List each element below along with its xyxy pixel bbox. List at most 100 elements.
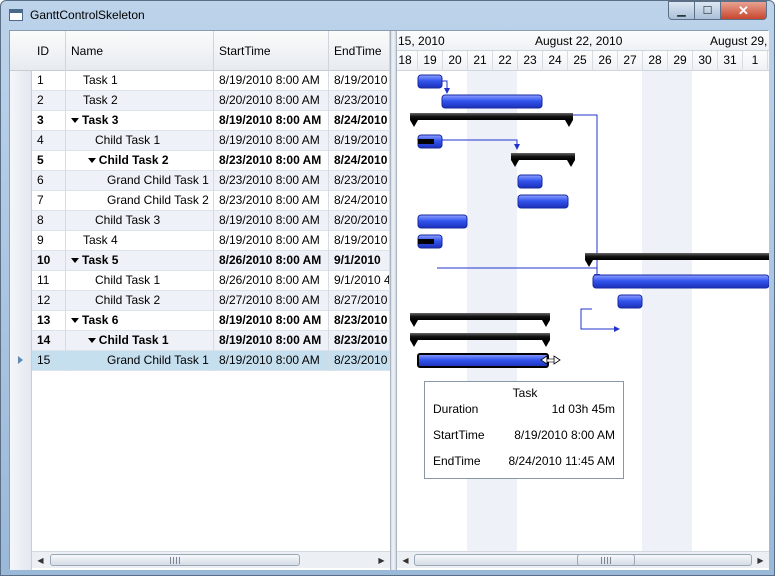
cell-endtime[interactable]: 8/23/2010: [329, 331, 390, 351]
cell-endtime[interactable]: 8/23/2010: [329, 311, 390, 331]
cell-name[interactable]: Child Task 1: [66, 271, 214, 291]
timeline-day-label: 29: [668, 51, 693, 71]
cell-starttime[interactable]: 8/26/2010 8:00 AM: [214, 251, 329, 271]
cell-starttime[interactable]: 8/19/2010 8:00 AM: [214, 311, 329, 331]
table-row[interactable]: 15 Grand Child Task 1 8/19/2010 8:00 AM 8/2…: [32, 351, 390, 371]
cell-endtime[interactable]: 8/24/2010: [329, 111, 390, 131]
cell-id[interactable]: 9: [32, 231, 66, 251]
cell-name[interactable]: Grand Child Task 2: [66, 191, 214, 211]
cell-starttime[interactable]: 8/23/2010 8:00 AM: [214, 151, 329, 171]
cell-starttime[interactable]: 8/19/2010 8:00 AM: [214, 231, 329, 251]
cell-id[interactable]: 3: [32, 111, 66, 131]
cell-id[interactable]: 12: [32, 291, 66, 311]
column-header-starttime[interactable]: StartTime: [214, 31, 329, 71]
cell-endtime[interactable]: 8/23/2010: [329, 351, 390, 371]
expand-toggle-icon[interactable]: [71, 258, 79, 264]
cell-name[interactable]: Task 6: [66, 311, 214, 331]
table-row[interactable]: 9 Task 4 8/19/2010 8:00 AM 8/19/2010: [32, 231, 390, 251]
cell-endtime[interactable]: 8/20/2010: [329, 211, 390, 231]
cell-id[interactable]: 7: [32, 191, 66, 211]
cell-endtime[interactable]: 8/19/2010: [329, 231, 390, 251]
scroll-left-icon[interactable]: ◀: [397, 552, 414, 568]
cell-endtime[interactable]: 8/23/2010: [329, 171, 390, 191]
table-row[interactable]: 3 Task 3 8/19/2010 8:00 AM 8/24/2010: [32, 111, 390, 131]
cell-id[interactable]: 13: [32, 311, 66, 331]
cell-id[interactable]: 15: [32, 351, 66, 371]
cell-starttime[interactable]: 8/26/2010 8:00 AM: [214, 271, 329, 291]
cell-endtime[interactable]: 8/23/2010: [329, 91, 390, 111]
cell-endtime[interactable]: 8/24/2010: [329, 151, 390, 171]
cell-starttime[interactable]: 8/19/2010 8:00 AM: [214, 351, 329, 371]
cell-endtime[interactable]: 8/24/2010: [329, 191, 390, 211]
expand-toggle-icon[interactable]: [71, 118, 79, 124]
cell-endtime[interactable]: 8/27/2010: [329, 291, 390, 311]
cell-starttime[interactable]: 8/19/2010 8:00 AM: [214, 71, 329, 91]
column-header-id[interactable]: ID: [32, 31, 66, 71]
cell-name[interactable]: Task 4: [66, 231, 214, 251]
pane-splitter[interactable]: [390, 31, 397, 570]
cell-id[interactable]: 8: [32, 211, 66, 231]
scroll-right-icon[interactable]: ▶: [752, 552, 769, 568]
scroll-right-icon[interactable]: ▶: [373, 552, 390, 568]
expand-toggle-icon[interactable]: [87, 338, 96, 344]
table-row[interactable]: 12 Child Task 2 8/27/2010 8:00 AM 8/27/2010: [32, 291, 390, 311]
scroll-left-icon[interactable]: ◀: [32, 552, 49, 568]
cell-id[interactable]: 4: [32, 131, 66, 151]
cell-name[interactable]: Task 1: [66, 71, 214, 91]
table-row[interactable]: 1 Task 1 8/19/2010 8:00 AM 8/19/2010: [32, 71, 390, 91]
cell-starttime[interactable]: 8/19/2010 8:00 AM: [214, 111, 329, 131]
minimize-button[interactable]: ▁: [668, 1, 695, 20]
cell-id[interactable]: 1: [32, 71, 66, 91]
cell-name[interactable]: Child Task 2: [66, 291, 214, 311]
cell-starttime[interactable]: 8/19/2010 8:00 AM: [214, 131, 329, 151]
cell-starttime[interactable]: 8/23/2010 8:00 AM: [214, 191, 329, 211]
table-row[interactable]: 8 Child Task 3 8/19/2010 8:00 AM 8/20/2010: [32, 211, 390, 231]
gantt-horizontal-scrollbar[interactable]: ◀ ▶: [397, 551, 769, 568]
cell-name[interactable]: Child Task 3: [66, 211, 214, 231]
cell-starttime[interactable]: 8/27/2010 8:00 AM: [214, 291, 329, 311]
cell-starttime[interactable]: 8/19/2010 8:00 AM: [214, 331, 329, 351]
cell-starttime[interactable]: 8/19/2010 8:00 AM: [214, 211, 329, 231]
table-row[interactable]: 14 Child Task 1 8/19/2010 8:00 AM 8/23/2010: [32, 331, 390, 351]
cell-name[interactable]: Task 5: [66, 251, 214, 271]
cell-name[interactable]: Child Task 2: [66, 151, 214, 171]
expand-toggle-icon[interactable]: [71, 318, 79, 324]
table-row[interactable]: 6 Grand Child Task 1 8/23/2010 8:00 AM 8/23…: [32, 171, 390, 191]
column-header-name[interactable]: Name: [66, 31, 214, 71]
gantt-scroll-thumb[interactable]: [577, 554, 635, 566]
table-row[interactable]: 4 Child Task 1 8/19/2010 8:00 AM 8/19/2010: [32, 131, 390, 151]
cell-id[interactable]: 2: [32, 91, 66, 111]
cell-endtime[interactable]: 8/19/2010: [329, 131, 390, 151]
table-row[interactable]: 13 Task 6 8/19/2010 8:00 AM 8/23/2010: [32, 311, 390, 331]
cell-name[interactable]: Grand Child Task 1: [66, 351, 214, 371]
task-name-text: Task 2: [83, 93, 118, 107]
tooltip-label: Duration: [433, 402, 479, 416]
cell-name[interactable]: Grand Child Task 1: [66, 171, 214, 191]
cell-id[interactable]: 5: [32, 151, 66, 171]
cell-name[interactable]: Task 3: [66, 111, 214, 131]
table-row[interactable]: 11 Child Task 1 8/26/2010 8:00 AM 9/1/2010 …: [32, 271, 390, 291]
cell-name[interactable]: Child Task 1: [66, 131, 214, 151]
cell-name[interactable]: Task 2: [66, 91, 214, 111]
cell-starttime[interactable]: 8/20/2010 8:00 AM: [214, 91, 329, 111]
cell-endtime[interactable]: 8/19/2010: [329, 71, 390, 91]
cell-name[interactable]: Child Task 1: [66, 331, 214, 351]
expand-toggle-icon[interactable]: [87, 158, 96, 164]
cell-id[interactable]: 10: [32, 251, 66, 271]
table-row[interactable]: 10 Task 5 8/26/2010 8:00 AM 9/1/2010: [32, 251, 390, 271]
cell-endtime[interactable]: 9/1/2010: [329, 251, 390, 271]
cell-id[interactable]: 14: [32, 331, 66, 351]
cell-id[interactable]: 6: [32, 171, 66, 191]
cell-id[interactable]: 11: [32, 271, 66, 291]
title-bar[interactable]: GanttControlSkeleton ▁ ☐ ✕: [1, 1, 774, 30]
cell-endtime[interactable]: 9/1/2010 4: [329, 271, 390, 291]
cell-starttime[interactable]: 8/23/2010 8:00 AM: [214, 171, 329, 191]
grid-horizontal-scrollbar[interactable]: ◀ ▶: [32, 551, 390, 568]
maximize-button[interactable]: ☐: [694, 1, 721, 20]
close-button[interactable]: ✕: [720, 1, 767, 20]
table-row[interactable]: 7 Grand Child Task 2 8/23/2010 8:00 AM 8/24…: [32, 191, 390, 211]
table-row[interactable]: 5 Child Task 2 8/23/2010 8:00 AM 8/24/2010: [32, 151, 390, 171]
column-header-endtime[interactable]: EndTime: [329, 31, 390, 71]
table-row[interactable]: 2 Task 2 8/20/2010 8:00 AM 8/23/2010: [32, 91, 390, 111]
grid-scroll-thumb[interactable]: [50, 554, 300, 566]
